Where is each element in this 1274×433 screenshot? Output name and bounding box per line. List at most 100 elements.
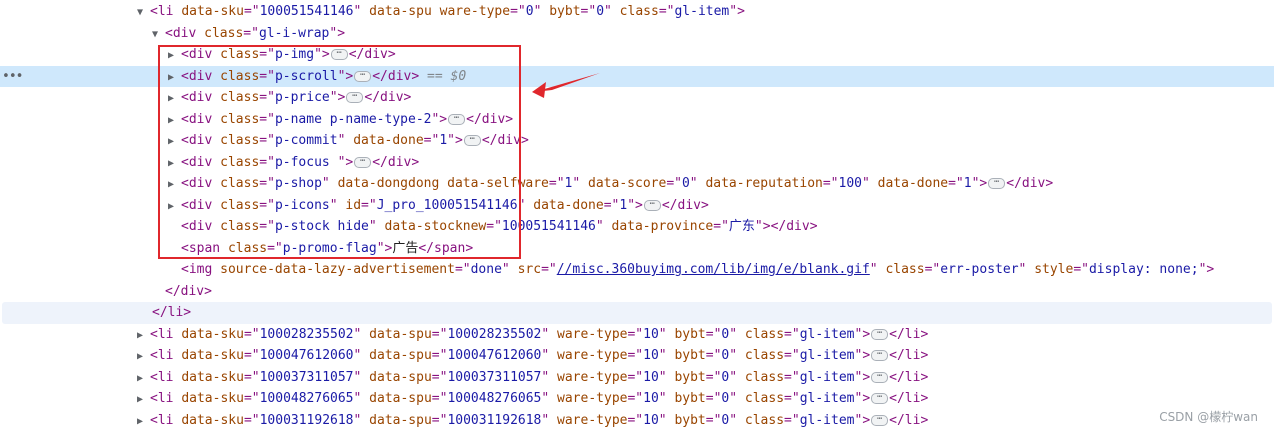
tag-token <box>439 176 447 191</box>
dom-node-row[interactable]: ▶ <div class="p-icons" id="J_pro_10005154… <box>0 195 1274 217</box>
tag-token: =" <box>603 197 620 213</box>
dom-node-row[interactable]: ▼ <li data-sku="100051541146" data-spu wa… <box>0 1 1274 23</box>
collapsed-children-badge[interactable]: ⋯ <box>643 199 661 211</box>
tag-token: =" <box>580 4 597 19</box>
attribute-value: 100047612060 <box>447 348 542 363</box>
attribute-name: class <box>220 47 260 62</box>
dom-node-row[interactable]: ••• ▶ <div class="p-scroll"> ⋯ </div> == $0 <box>0 65 1274 89</box>
attribute-value: 10 <box>643 391 659 406</box>
attribute-name: data-reputation <box>705 176 823 191</box>
collapsed-children-badge[interactable]: ⋯ <box>988 178 1006 189</box>
attribute-name: data-selfware <box>447 176 549 191</box>
collapsed-children-badge[interactable]: ⋯ <box>463 135 481 146</box>
node-markup: ▼ <div class="gl-i-wrap"> <box>152 23 345 46</box>
collapsed-children-badge[interactable]: ⋯ <box>871 350 889 361</box>
tag-token: =" <box>705 369 722 385</box>
attribute-name: data-dongdong <box>337 176 440 191</box>
dom-node-row[interactable]: <span class="p-promo-flag">广告</span> <box>0 238 1274 260</box>
collapsed-children-badge[interactable]: ⋯ <box>346 92 364 103</box>
expand-triangle-icon[interactable]: ▶ <box>137 368 150 390</box>
node-markup: </li> <box>139 302 191 324</box>
dom-node-row[interactable]: ▶ <li data-sku="100048276065" data-spu="1… <box>0 388 1274 410</box>
tag-token: =" <box>705 348 722 363</box>
expand-triangle-icon[interactable]: ▶ <box>168 196 181 218</box>
collapse-triangle-icon[interactable]: ▼ <box>137 2 150 24</box>
attribute-name: data-sku <box>181 412 244 428</box>
attribute-value: 0 <box>525 4 534 19</box>
attribute-value: p-scroll <box>274 68 338 84</box>
dom-node-row[interactable]: ▶ <div class="p-commit" data-done="1"> ⋯ </… <box>0 130 1274 152</box>
tag-token: </div> <box>466 111 514 127</box>
dom-node-row[interactable]: ▶ <div class="p-name p-name-type-2"> ⋯ </di… <box>0 109 1274 131</box>
attribute-value: p-img <box>274 47 315 62</box>
tag-token: " <box>729 369 745 385</box>
node-markup: ▶ <div class="p-price"> ⋯ </div> <box>168 87 411 110</box>
attribute-name: ware-type <box>557 391 628 406</box>
tag-token: "> <box>854 391 871 406</box>
expand-triangle-icon[interactable]: ▶ <box>168 67 181 89</box>
dom-node-row[interactable]: ▶ <li data-sku="100031192618" data-spu="1… <box>0 410 1274 432</box>
attribute-value: 100028235502 <box>447 326 542 342</box>
expand-triangle-icon[interactable]: ▶ <box>168 174 181 196</box>
tag-token <box>432 4 440 19</box>
expand-triangle-icon[interactable]: ▶ <box>168 110 181 132</box>
attribute-value: 广东 <box>728 219 755 234</box>
tag-token: "> <box>627 197 643 213</box>
expand-triangle-icon[interactable]: ▶ <box>137 346 150 368</box>
attribute-name: class <box>220 197 260 213</box>
attribute-value: 10 <box>643 348 659 363</box>
attribute-value: p-icons <box>274 197 330 213</box>
tag-token: <div <box>165 25 205 41</box>
expand-triangle-icon[interactable]: ▶ <box>137 325 150 347</box>
tag-token: =" <box>784 369 800 385</box>
collapsed-children-badge[interactable]: ⋯ <box>871 414 889 426</box>
tag-token: =" <box>259 47 275 62</box>
tag-token: <div <box>181 90 221 105</box>
attribute-link[interactable]: //misc.360buyimg.com/lib/img/e/blank.gif <box>557 262 870 277</box>
dom-node-row[interactable]: ▶ <div class="p-shop" data-dongdong data-… <box>0 173 1274 195</box>
collapsed-children-badge[interactable]: ⋯ <box>871 328 889 340</box>
collapsed-children-badge[interactable]: ⋯ <box>354 70 372 82</box>
attribute-value: 10 <box>643 412 659 428</box>
collapse-triangle-icon[interactable]: ▼ <box>152 24 165 46</box>
tag-token: =" <box>361 197 377 213</box>
expand-triangle-icon[interactable]: ▶ <box>137 389 150 411</box>
tag-token: =" <box>627 326 644 342</box>
dom-node-row[interactable]: ▶ <div class="p-focus "> ⋯ </div> <box>0 152 1274 174</box>
collapsed-children-badge[interactable]: ⋯ <box>871 371 889 383</box>
dom-node-row[interactable]: ▶ <li data-sku="100037311057" data-spu="1… <box>0 367 1274 389</box>
tag-token: <div <box>181 197 221 213</box>
collapsed-children-badge[interactable]: ⋯ <box>871 393 889 404</box>
dom-node-row[interactable]: </li> <box>2 302 1272 324</box>
tag-token: =" <box>267 240 283 256</box>
expand-triangle-icon[interactable]: ▶ <box>168 45 181 67</box>
attribute-value: 1 <box>619 197 628 213</box>
dom-node-row[interactable]: ▶ <li data-sku="100047612060" data-spu="1… <box>0 345 1274 367</box>
attribute-value: J_pro_100051541146 <box>376 197 518 213</box>
tag-token: " <box>541 412 558 428</box>
tag-token: " <box>572 176 589 191</box>
tag-token: =" <box>627 369 644 385</box>
node-markup: ▶ <li data-sku="100028235502" data-spu="1… <box>137 324 928 347</box>
dom-node-row[interactable]: </div> <box>0 281 1274 303</box>
expand-triangle-icon[interactable]: ▶ <box>137 411 150 433</box>
attribute-value: gl-item <box>799 348 855 363</box>
dom-node-row[interactable]: ▶ <div class="p-img"> ⋯ </div> <box>0 44 1274 66</box>
collapsed-children-badge[interactable]: ⋯ <box>330 49 348 60</box>
expand-triangle-icon[interactable]: ▶ <box>168 153 181 175</box>
expand-triangle-icon[interactable]: ▶ <box>168 88 181 110</box>
attribute-value: gl-item <box>799 326 855 342</box>
dom-node-row[interactable]: <div class="p-stock hide" data-stocknew=… <box>0 216 1274 238</box>
tag-token: =" <box>259 154 275 170</box>
attribute-value: 100028235502 <box>259 326 354 342</box>
tag-token: </div> <box>481 133 529 148</box>
dom-node-row[interactable]: <img source-data-lazy-advertisement="don… <box>0 259 1274 281</box>
tag-token: =" <box>259 111 275 127</box>
collapsed-children-badge[interactable]: ⋯ <box>448 113 466 125</box>
dom-node-row[interactable]: ▶ <li data-sku="100028235502" data-spu="1… <box>0 324 1274 346</box>
dom-node-row[interactable]: ▼ <div class="gl-i-wrap"> <box>0 23 1274 45</box>
more-options-icon[interactable]: ••• <box>2 66 24 88</box>
expand-triangle-icon[interactable]: ▶ <box>168 131 181 153</box>
collapsed-children-badge[interactable]: ⋯ <box>354 156 372 168</box>
dom-node-row[interactable]: ▶ <div class="p-price"> ⋯ </div> <box>0 87 1274 109</box>
